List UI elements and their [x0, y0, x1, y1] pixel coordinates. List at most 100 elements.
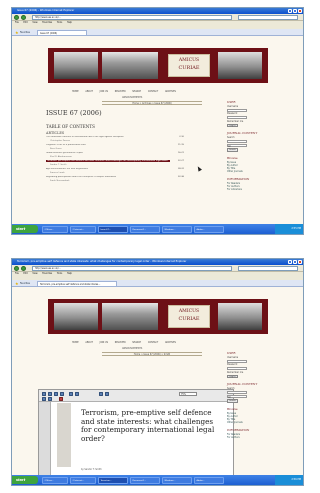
nav-contact[interactable]: CONTACT: [148, 341, 158, 344]
nav-search[interactable]: SEARCH: [132, 90, 141, 93]
password-field[interactable]: [227, 366, 247, 371]
article-pages[interactable]: 32-36: [178, 176, 184, 178]
nav-announcements[interactable]: ANNOUNCEMENTS: [122, 347, 142, 350]
article-pages[interactable]: 16-21: [178, 152, 184, 154]
pdf-side-panel[interactable]: [39, 402, 51, 477]
nav-register[interactable]: REGISTER: [115, 90, 126, 93]
pdf-viewer[interactable]: 75% Terrorism, pre-emptive self defence …: [38, 389, 234, 477]
taskbar-item[interactable]: Adobe...: [194, 476, 224, 484]
close-icon[interactable]: [298, 9, 302, 13]
favorites-label[interactable]: Favorites: [20, 282, 30, 286]
taskbar-item[interactable]: 2 Micro...: [42, 476, 68, 484]
favorites-star-icon[interactable]: ★: [15, 30, 19, 35]
nav-home[interactable]: HOME: [72, 341, 79, 344]
menu-edit[interactable]: Edit: [23, 21, 27, 24]
journal-search-input[interactable]: [227, 390, 247, 395]
back-icon[interactable]: [14, 266, 19, 271]
menu-favorites[interactable]: Favorites: [42, 272, 52, 275]
article-pages[interactable]: 22-27: [178, 160, 184, 162]
zoom-in-icon[interactable]: [105, 391, 109, 396]
nav-register[interactable]: REGISTER: [115, 341, 126, 344]
article-title[interactable]: Regulating participation under the enter…: [46, 176, 170, 178]
minimize-icon[interactable]: [288, 9, 292, 13]
list-item[interactable]: The immediate frontiers of international…: [46, 136, 184, 144]
menu-tools[interactable]: Tools: [57, 21, 62, 24]
taskbar-item[interactable]: 2 Internet...: [70, 476, 96, 484]
taskbar-item-active[interactable]: Terrorism...: [98, 476, 128, 484]
other-journals-link[interactable]: Other Journals: [227, 421, 287, 424]
forward-icon[interactable]: [21, 15, 26, 20]
article-pages[interactable]: 11-15: [178, 144, 184, 146]
for-librarians-link[interactable]: For Librarians: [227, 188, 287, 191]
favorites-label[interactable]: Favorites: [20, 31, 30, 35]
nav-about[interactable]: ABOUT: [85, 341, 93, 344]
print-icon[interactable]: [48, 391, 52, 396]
address-input[interactable]: http://www.sas.ac.uk/...: [32, 15, 232, 20]
page-down-icon[interactable]: [48, 396, 52, 401]
search-input[interactable]: [238, 266, 298, 271]
search-input[interactable]: [238, 15, 298, 20]
article-title[interactable]: The immediate frontiers of international…: [46, 136, 170, 138]
taskbar-item[interactable]: 2 Internet...: [70, 225, 96, 233]
zoom-out-icon[interactable]: [99, 391, 103, 396]
nav-contact[interactable]: CONTACT: [148, 90, 158, 93]
list-item[interactable]: Litigation: is art or a professional cra…: [46, 144, 184, 152]
menu-file[interactable]: File: [15, 272, 19, 275]
nav-search[interactable]: SEARCH: [132, 341, 141, 344]
email-icon[interactable]: [54, 391, 58, 396]
select-tool-icon[interactable]: [69, 391, 73, 396]
nav-archives[interactable]: ARCHIVES: [165, 90, 176, 93]
system-tray-clock[interactable]: 2:56 PM: [275, 475, 303, 485]
menu-favorites[interactable]: Favorites: [42, 21, 52, 24]
journal-search-input[interactable]: [227, 139, 247, 144]
journal-search-button[interactable]: Search: [227, 398, 238, 403]
search-scope-select[interactable]: All: [227, 143, 247, 148]
address-input[interactable]: http://www.sas.ac.uk/...: [32, 266, 232, 271]
username-field[interactable]: [227, 359, 247, 363]
menu-view[interactable]: View: [32, 21, 37, 24]
menu-help[interactable]: Help: [67, 272, 72, 275]
forward-icon[interactable]: [21, 266, 26, 271]
login-button[interactable]: Log In: [227, 123, 238, 128]
nav-announcements[interactable]: ANNOUNCEMENTS: [122, 96, 142, 99]
breadcrumb[interactable]: Home > Issue 67 (2006) > Smith: [102, 352, 202, 356]
password-field[interactable]: [227, 115, 247, 120]
remember-me-checkbox[interactable]: Remember me: [227, 120, 287, 123]
other-journals-link[interactable]: Other Journals: [227, 170, 287, 173]
list-item[interactable]: Age discrimination: the new Regulations …: [46, 168, 184, 176]
tab-active[interactable]: Terrorism, pre-emptive self defence and …: [37, 281, 117, 287]
save-icon[interactable]: [42, 391, 46, 396]
page-up-icon[interactable]: [42, 396, 46, 401]
article-pages[interactable]: 2-10: [179, 136, 184, 138]
tab-active[interactable]: Issue 67 (2006): [37, 30, 87, 36]
taskbar-item[interactable]: Windows...: [162, 225, 192, 233]
remember-me-checkbox[interactable]: Remember me: [227, 371, 287, 374]
search-icon[interactable]: [60, 391, 64, 396]
close-icon[interactable]: [298, 260, 302, 264]
start-button[interactable]: start: [12, 476, 38, 484]
search-scope-select[interactable]: All: [227, 394, 247, 399]
article-title[interactable]: Litigation: is art or a professional cra…: [46, 144, 170, 146]
taskbar-item[interactable]: Windows...: [162, 476, 192, 484]
nav-archives[interactable]: ARCHIVES: [165, 341, 176, 344]
maximize-icon[interactable]: [293, 260, 297, 264]
article-title[interactable]: Age discrimination: the new Regulations: [46, 168, 170, 170]
hand-tool-icon[interactable]: [75, 391, 79, 396]
article-title[interactable]: Global business governance: report: [46, 152, 170, 154]
login-button[interactable]: Log In: [227, 374, 238, 379]
nav-home[interactable]: HOME: [72, 90, 79, 93]
for-authors-link[interactable]: For Authors: [227, 436, 287, 439]
site-logo[interactable]: AMICUS CURIAE: [168, 54, 210, 77]
menu-tools[interactable]: Tools: [57, 272, 62, 275]
breadcrumb[interactable]: Home > Archives > Issue 67 (2006): [102, 101, 202, 105]
taskbar-item[interactable]: Adobe...: [194, 225, 224, 233]
menu-view[interactable]: View: [32, 272, 37, 275]
taskbar-item-active[interactable]: Issue 67...: [98, 225, 128, 233]
nav-join[interactable]: JOIN US: [100, 341, 108, 344]
list-item[interactable]: Global business governance: report Kim M…: [46, 152, 184, 160]
taskbar-item[interactable]: Document1...: [130, 225, 160, 233]
menu-help[interactable]: Help: [67, 21, 72, 24]
menu-file[interactable]: File: [15, 21, 19, 24]
article-title[interactable]: Terrorism, pre-emptive self defence and …: [46, 160, 170, 162]
minimize-icon[interactable]: [288, 260, 292, 264]
